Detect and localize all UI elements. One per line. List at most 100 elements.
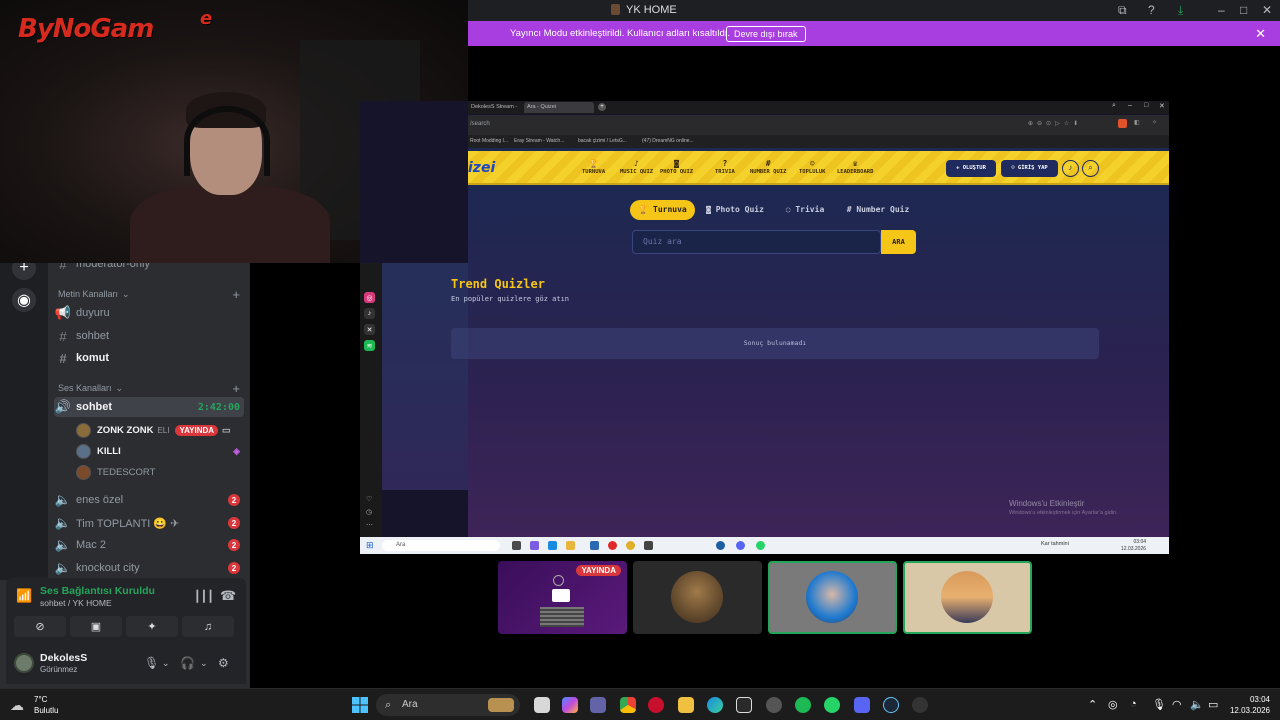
steam-icon[interactable]: [883, 697, 899, 713]
soundboard-icon[interactable]: ♫: [182, 616, 234, 637]
voice-member[interactable]: KILLI ◈: [76, 442, 244, 460]
volume-icon[interactable]: 🔈: [1190, 698, 1204, 711]
chevron-down-icon[interactable]: ⌄: [162, 658, 170, 669]
text-category[interactable]: Metin Kanalları ⌄ +: [58, 287, 240, 302]
remote-clock[interactable]: 03:04 12.03.2026: [1121, 539, 1146, 552]
search-button[interactable]: ARA: [881, 230, 916, 254]
copilot-icon[interactable]: [530, 541, 539, 550]
taskbar-search[interactable]: ⌕ Ara: [376, 694, 520, 716]
participant-tile-speaking[interactable]: [903, 561, 1032, 634]
noise-suppression-icon[interactable]: ┃┃┃: [194, 590, 214, 603]
chevron-down-icon[interactable]: ⌄: [200, 658, 208, 669]
windows-start-icon[interactable]: [352, 697, 368, 713]
store-icon[interactable]: [590, 541, 599, 550]
channel-duyuru[interactable]: 📢 duyuru: [54, 303, 244, 323]
discord-icon[interactable]: [854, 697, 870, 713]
taskview-icon[interactable]: [534, 697, 550, 713]
voice-channel[interactable]: 🔈 Tim TOPLANTI 😀 ✈ 2: [54, 513, 244, 533]
maximize-icon[interactable]: □: [1240, 3, 1247, 17]
nav-photo-quiz[interactable]: ◙ PHOTO QUIZ: [660, 159, 693, 175]
tray-app-icon[interactable]: ◔: [1130, 698, 1137, 710]
participant-tile-speaking[interactable]: [768, 561, 897, 634]
add-channel-icon[interactable]: +: [232, 381, 240, 396]
new-tab-icon[interactable]: +: [598, 103, 606, 111]
bookmark[interactable]: Root Modding I...: [470, 138, 508, 144]
close-icon[interactable]: ✕: [1255, 26, 1266, 42]
minimize-icon[interactable]: –: [1218, 3, 1225, 17]
app-icon[interactable]: [644, 541, 653, 550]
opera-icon[interactable]: [608, 541, 617, 550]
voice-status-title[interactable]: Ses Bağlantısı Kuruldu: [40, 585, 155, 597]
search-icon[interactable]: ⌕: [1082, 160, 1099, 177]
channel-komut[interactable]: # komut: [54, 348, 244, 368]
copilot-icon[interactable]: [562, 697, 578, 713]
folder-icon[interactable]: [678, 697, 694, 713]
filter-photo-quiz[interactable]: ◙ Photo Quiz: [702, 200, 768, 220]
windows-start-icon[interactable]: ⊞: [366, 540, 374, 551]
help-icon[interactable]: ?: [1148, 3, 1155, 17]
steam-icon[interactable]: [716, 541, 725, 550]
nav-music-quiz[interactable]: ♪ MUSIC QUIZ: [620, 159, 653, 175]
discord-icon[interactable]: [736, 541, 745, 550]
temperature[interactable]: 7°C: [34, 695, 47, 704]
filter-trivia[interactable]: ◌ Trivia: [781, 200, 829, 220]
opera-icon[interactable]: [648, 697, 664, 713]
nav-trivia[interactable]: ? TRIVIA: [715, 159, 735, 175]
voice-channel[interactable]: 🔈 Mac 2 2: [54, 535, 244, 555]
close-icon[interactable]: ✕: [1262, 3, 1272, 17]
weather-desc[interactable]: Bulutlu: [34, 706, 58, 715]
chrome-icon[interactable]: [620, 697, 636, 713]
whatsapp-icon[interactable]: [756, 541, 765, 550]
microphone-icon[interactable]: 🎙: [1152, 698, 1166, 711]
remote-search-box[interactable]: Ara: [382, 540, 500, 551]
nav-topluluk[interactable]: ☺ TOPLULUK: [799, 159, 826, 175]
gear-icon[interactable]: ⚙: [218, 656, 229, 670]
teams-icon[interactable]: [590, 697, 606, 713]
weather-label[interactable]: Kar tahmini: [1041, 541, 1069, 547]
ai-icon[interactable]: ✧: [1152, 119, 1157, 126]
site-logo[interactable]: izei: [468, 160, 495, 176]
browser-address-bar[interactable]: /search ⊕⊖⊙▷☆⬇ ◧ ✧: [468, 115, 1169, 135]
discover-icon[interactable]: ◉: [12, 288, 36, 312]
spotify-icon[interactable]: [795, 697, 811, 713]
battery-icon[interactable]: ▭: [1208, 698, 1218, 711]
minimize-icon[interactable]: –: [1128, 102, 1132, 109]
extension-icons[interactable]: ⊕⊖⊙▷☆⬇: [1028, 120, 1082, 127]
voice-channel-sohbet[interactable]: 🔊 sohbet 2:42:00: [54, 397, 244, 417]
headphones-icon[interactable]: 🎧: [180, 656, 195, 670]
nav-leaderboard[interactable]: ♛ LEADERBOARD: [837, 159, 873, 175]
quiz-search-input[interactable]: Quiz ara: [632, 230, 881, 254]
instagram-icon[interactable]: ◎: [364, 292, 375, 303]
screen-share-icon[interactable]: ▣: [70, 616, 122, 637]
filter-number-quiz[interactable]: # Number Quiz: [843, 200, 913, 220]
activities-icon[interactable]: ✦: [126, 616, 178, 637]
voice-channel[interactable]: 🔈 enes özel 2: [54, 490, 244, 510]
spotify-icon[interactable]: ≋: [364, 340, 375, 351]
bookmark[interactable]: bacak çizimi / LetsG...: [578, 138, 627, 144]
app-icon[interactable]: [912, 697, 928, 713]
avatar[interactable]: [14, 653, 34, 673]
filter-turnuva[interactable]: 🏆 Turnuva: [630, 200, 695, 220]
disconnect-icon[interactable]: ☎: [220, 588, 236, 604]
heart-icon[interactable]: ♡: [366, 495, 372, 503]
voice-member[interactable]: TEDESCORT: [76, 463, 244, 481]
channel-sohbet[interactable]: # sohbet: [54, 326, 244, 346]
voice-member[interactable]: ZONK ZONK ELI YAYINDA ▭: [76, 421, 244, 439]
chrome-icon[interactable]: [626, 541, 635, 550]
create-button[interactable]: + OLUŞTUR: [946, 160, 996, 177]
login-button[interactable]: ☺ GİRİŞ YAP: [1001, 160, 1058, 177]
vector-app-icon[interactable]: [736, 697, 752, 713]
nav-turnuva[interactable]: 🏆 TURNUVA: [582, 159, 605, 175]
microphone-icon[interactable]: 🎙: [144, 656, 159, 670]
taskview-icon[interactable]: [512, 541, 521, 550]
username[interactable]: DekolesS: [40, 652, 87, 664]
disable-button[interactable]: Devre dışı bırak: [726, 26, 806, 42]
add-channel-icon[interactable]: +: [232, 287, 240, 302]
nav-number-quiz[interactable]: # NUMBER QUIZ: [750, 159, 786, 175]
close-icon[interactable]: ✕: [1159, 102, 1165, 110]
more-icon[interactable]: ⋯: [366, 521, 373, 529]
edge-icon[interactable]: [707, 697, 723, 713]
voice-channel[interactable]: 🔈 knockout city 2: [54, 558, 244, 578]
voice-category[interactable]: Ses Kanalları ⌄ +: [58, 381, 240, 396]
obs-icon[interactable]: [766, 697, 782, 713]
